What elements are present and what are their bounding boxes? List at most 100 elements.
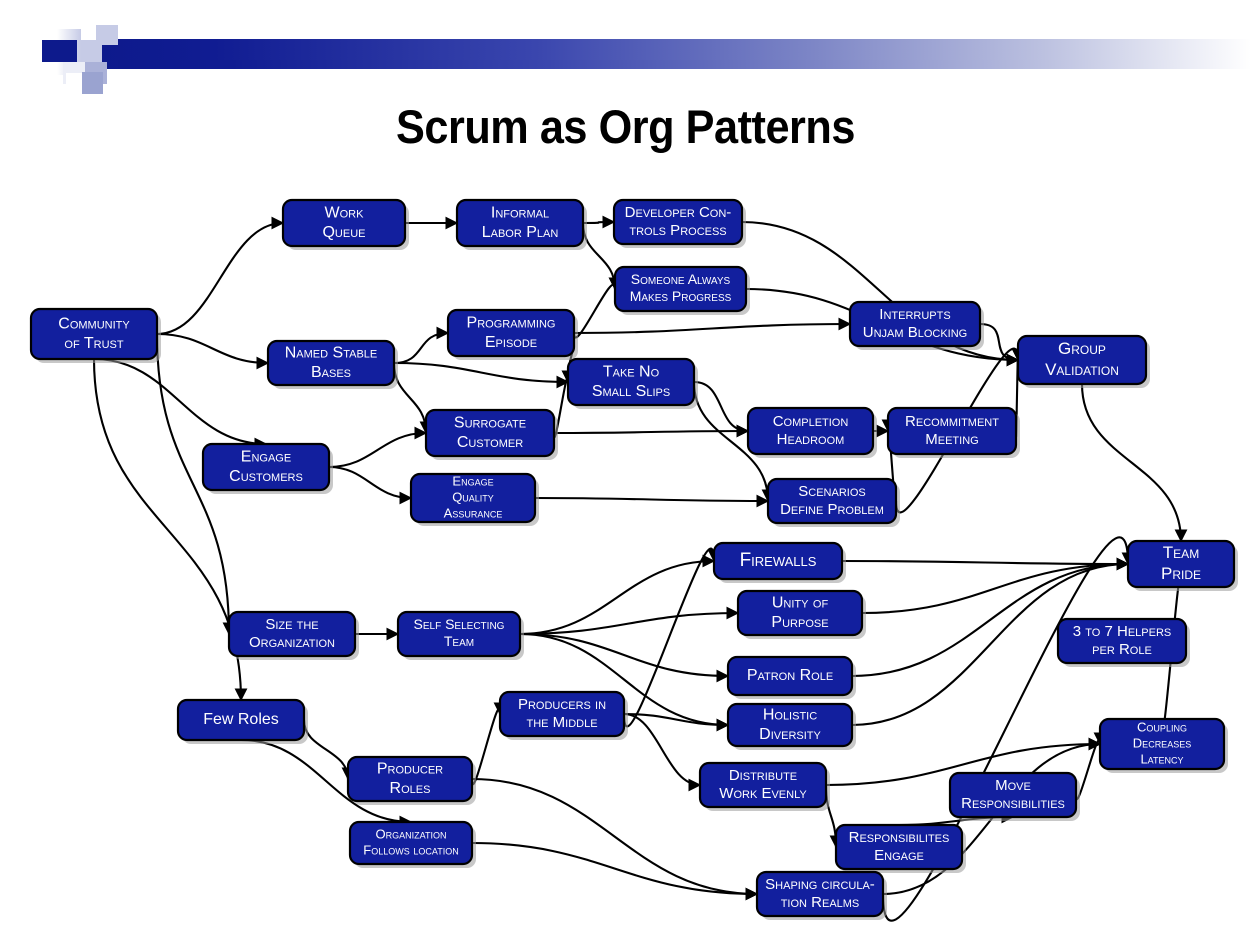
node-takeno[interactable]: Take No Small Slips <box>566 357 698 409</box>
node-completion[interactable]: CompletionHeadroom <box>746 406 877 458</box>
node-label-line: Shaping circula- <box>765 876 875 893</box>
node-unity[interactable]: Unity of Purpose <box>736 589 866 639</box>
org-patterns-diagram: Community of Trust Work Queue Informal Labor … <box>29 198 1238 922</box>
node-label-line: Work Evenly <box>719 785 807 802</box>
node-label-line: Patron Role <box>747 667 833 684</box>
edge-engagecust-to-surrogate <box>328 426 428 469</box>
node-label-line: Episode <box>485 334 537 351</box>
node-label-line: Surrogate <box>454 414 526 431</box>
node-label-line: Diversity <box>759 726 821 743</box>
edge-informal-to-someone <box>581 222 622 291</box>
node-namedstable[interactable]: Named Stable Bases <box>266 339 398 389</box>
node-label-line: Scenarios <box>798 483 865 500</box>
edge-interrupts-to-groupval <box>979 322 1020 367</box>
node-helpers[interactable]: 3 to 7 Helpersper Role <box>1056 617 1190 667</box>
node-label-line: 3 to 7 Helpers <box>1073 623 1172 640</box>
node-label-line: Define Problem <box>780 501 884 518</box>
node-label-line: Firewalls <box>740 550 817 571</box>
node-workqueue[interactable]: Work Queue <box>281 198 409 250</box>
node-label-line: Recommitment <box>905 413 999 430</box>
edge-engageqa-to-scenarios <box>534 494 770 508</box>
node-label-line: Programming <box>467 314 556 331</box>
node-label-line: Unjam Blocking <box>863 324 967 341</box>
node-label-line: Makes Progress <box>630 288 732 304</box>
node-teampride[interactable]: Team Pride <box>1126 539 1238 591</box>
node-label-line: per Role <box>1092 641 1152 658</box>
node-label-line: Team <box>1163 543 1199 562</box>
node-groupval[interactable]: Group Validation <box>1016 334 1150 388</box>
node-sizeorg[interactable]: Size theOrganization <box>227 610 359 660</box>
node-label-line: Organization <box>249 634 335 651</box>
node-fewroles[interactable]: Few Roles <box>176 698 308 744</box>
node-label-line: Queue <box>322 224 365 241</box>
node-engagecust[interactable]: Engage Customers <box>201 442 333 494</box>
node-label-line: Pride <box>1161 564 1201 583</box>
node-label-line: Engage <box>241 448 291 465</box>
node-label-line: Latency <box>1140 751 1183 766</box>
edge-firewalls-to-teampride <box>841 557 1130 571</box>
node-surrogate[interactable]: Surrogate Customer <box>424 408 558 460</box>
edge-engagecust-to-engageqa <box>328 465 413 505</box>
node-interrupts[interactable]: InterruptsUnjam Blocking <box>848 300 984 350</box>
node-informal[interactable]: Informal Labor Plan <box>455 198 587 250</box>
edge-community-to-namedstable <box>156 332 270 370</box>
node-label-line: Take No <box>603 363 660 380</box>
node-label-line: Unity of <box>772 594 829 611</box>
node-label-line: Customers <box>229 468 303 485</box>
edge-fewroles-to-prodroles <box>302 719 355 781</box>
node-label-line: Team <box>444 633 474 649</box>
node-label-line: Distribute <box>729 767 797 784</box>
node-orgfollows[interactable]: OrganizationFollows location <box>348 820 476 868</box>
node-shaping[interactable]: Shaping circula-tion Realms <box>755 870 887 920</box>
edge-takeno-to-completion <box>693 380 750 438</box>
node-devcontrols[interactable]: Developer Con-trols Process <box>612 198 746 248</box>
node-label-line: Assurance <box>444 505 503 520</box>
node-respengage[interactable]: ResponsibilitesEngage <box>834 823 966 873</box>
node-label-line: Engage <box>874 847 924 864</box>
edge-community-to-engagecust <box>93 357 268 451</box>
node-label-line: trols Process <box>629 222 726 239</box>
node-label-line: Labor Plan <box>482 224 559 241</box>
node-label-line: Completion <box>773 413 849 430</box>
edge-prodmiddle-to-firewalls <box>622 547 721 728</box>
node-label-line: Roles <box>390 780 431 797</box>
node-label-line: Holistic <box>763 706 817 723</box>
node-label-line: Responsibilities <box>961 795 1065 812</box>
node-label-line: Informal <box>491 204 549 221</box>
edge-orgfollows-to-shaping <box>471 841 759 901</box>
node-programming[interactable]: Programming Episode <box>446 308 578 360</box>
edge-community-to-workqueue <box>156 216 285 336</box>
node-label-line: Headroom <box>777 431 845 448</box>
node-label-line: Small Slips <box>592 383 670 400</box>
node-prodmiddle[interactable]: Producers inthe Middle <box>498 690 628 740</box>
node-coupling[interactable]: CouplingDecreasesLatency <box>1098 717 1228 773</box>
node-recommitment[interactable]: RecommitmentMeeting <box>886 406 1020 458</box>
node-label-line: Work <box>325 204 365 221</box>
node-label-line: Producers in <box>518 696 606 713</box>
node-firewalls[interactable]: Firewalls <box>712 541 846 583</box>
node-scenarios[interactable]: ScenariosDefine Problem <box>766 477 900 527</box>
node-engageqa[interactable]: EngageQualityAssurance <box>409 472 539 526</box>
edge-namedstable-to-programming <box>393 326 450 365</box>
node-moveresp[interactable]: MoveResponsibilities <box>948 771 1080 821</box>
node-label-line: Engage <box>452 474 493 489</box>
edge-prodroles-to-prodmiddle <box>470 702 507 786</box>
node-label-line: Customer <box>457 434 523 451</box>
node-label-line: Producer <box>377 760 443 777</box>
edge-namedstable-to-surrogate <box>392 362 433 435</box>
node-someone[interactable]: Someone AlwaysMakes Progress <box>613 265 750 315</box>
node-patron[interactable]: Patron Role <box>726 655 856 699</box>
node-label-line: Move <box>995 777 1031 794</box>
node-prodroles[interactable]: Producer Roles <box>346 755 476 805</box>
node-community[interactable]: Community of Trust <box>29 307 161 363</box>
node-label-line: Developer Con- <box>625 204 732 221</box>
node-label-line: tion Realms <box>781 894 860 911</box>
node-selfteam[interactable]: Self SelectingTeam <box>396 610 524 660</box>
node-label-line: Quality <box>452 489 494 504</box>
node-holistic[interactable]: Holistic Diversity <box>726 702 856 750</box>
node-label-line: Size the <box>265 616 318 633</box>
node-label-line: Interrupts <box>879 306 950 323</box>
node-distribute[interactable]: DistributeWork Evenly <box>698 761 830 811</box>
node-label-line: Organization <box>376 827 447 842</box>
node-label-line: Few Roles <box>203 711 279 728</box>
